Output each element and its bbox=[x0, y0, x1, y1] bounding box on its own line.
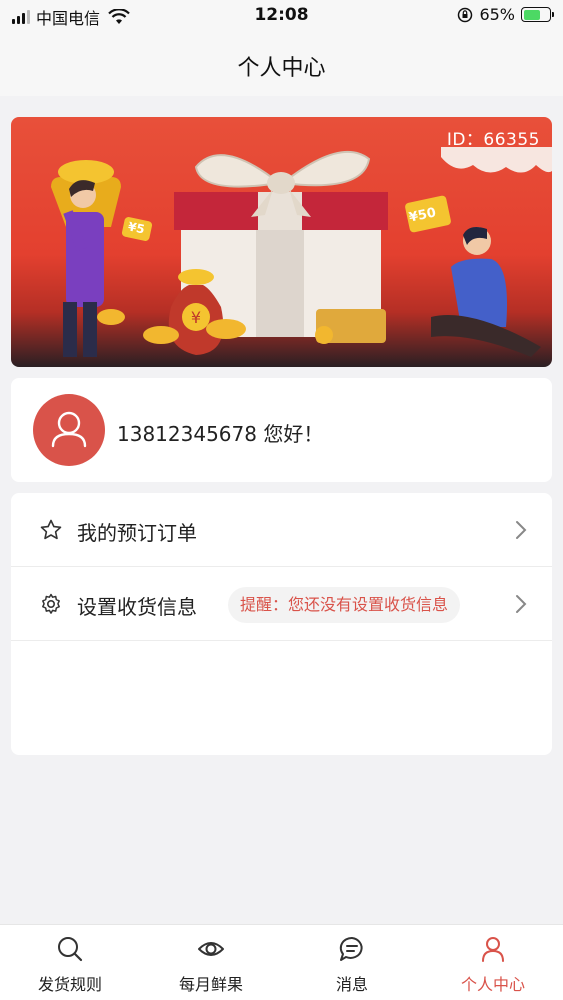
user-card[interactable]: 13812345678 您好！ bbox=[11, 378, 552, 482]
promo-banner: ¥ ID：66355 ¥50 ¥5 bbox=[11, 117, 552, 367]
status-bar: 中国电信 12:08 65% bbox=[0, 0, 563, 32]
tab-bar: 发货规则 每月鲜果 消息 个人中心 bbox=[0, 924, 563, 1000]
tab-label: 个人中心 bbox=[460, 975, 525, 994]
page-title: 个人中心 bbox=[237, 56, 326, 81]
star-icon bbox=[40, 519, 62, 540]
chat-bubble-icon bbox=[339, 936, 363, 961]
eye-icon bbox=[198, 942, 224, 956]
status-right: 65% bbox=[457, 5, 554, 24]
greeting-text: 13812345678 您好！ bbox=[117, 422, 324, 446]
battery-icon bbox=[521, 7, 554, 22]
tab-messages[interactable]: 消息 bbox=[282, 925, 422, 1000]
nav-bar: 个人中心 bbox=[0, 32, 563, 96]
menu-item-orders[interactable]: 我的预订订单 bbox=[11, 493, 552, 567]
chevron-right-icon bbox=[516, 521, 527, 539]
tab-monthly-fruit[interactable]: 每月鲜果 bbox=[141, 925, 281, 1000]
chevron-right-icon bbox=[516, 595, 527, 613]
tab-label: 每月鲜果 bbox=[178, 975, 243, 994]
orders-label: 我的预订订单 bbox=[77, 521, 197, 545]
battery-percent: 65% bbox=[479, 5, 515, 24]
person-icon bbox=[51, 411, 87, 448]
avatar[interactable] bbox=[33, 394, 105, 466]
tab-label: 发货规则 bbox=[37, 975, 102, 994]
address-reminder-badge: 提醒：您还没有设置收货信息 bbox=[228, 587, 461, 623]
menu-item-address[interactable]: 设置收货信息 提醒：您还没有设置收货信息 bbox=[11, 567, 552, 641]
svg-text:¥: ¥ bbox=[191, 308, 201, 327]
orientation-lock-icon bbox=[458, 7, 473, 22]
tab-shipping-rules[interactable]: 发货规则 bbox=[0, 925, 140, 1000]
search-icon bbox=[58, 937, 83, 962]
user-id-label: ID：66355 bbox=[446, 130, 540, 150]
banner-illustration: ¥ bbox=[51, 147, 552, 357]
person-icon bbox=[482, 937, 504, 962]
gear-icon bbox=[42, 593, 60, 614]
address-label: 设置收货信息 bbox=[77, 595, 197, 619]
tab-profile[interactable]: 个人中心 bbox=[423, 925, 563, 1000]
menu-card: 我的预订订单 设置收货信息 提醒：您还没有设置收货信息 bbox=[11, 493, 552, 755]
tab-label: 消息 bbox=[335, 975, 368, 994]
